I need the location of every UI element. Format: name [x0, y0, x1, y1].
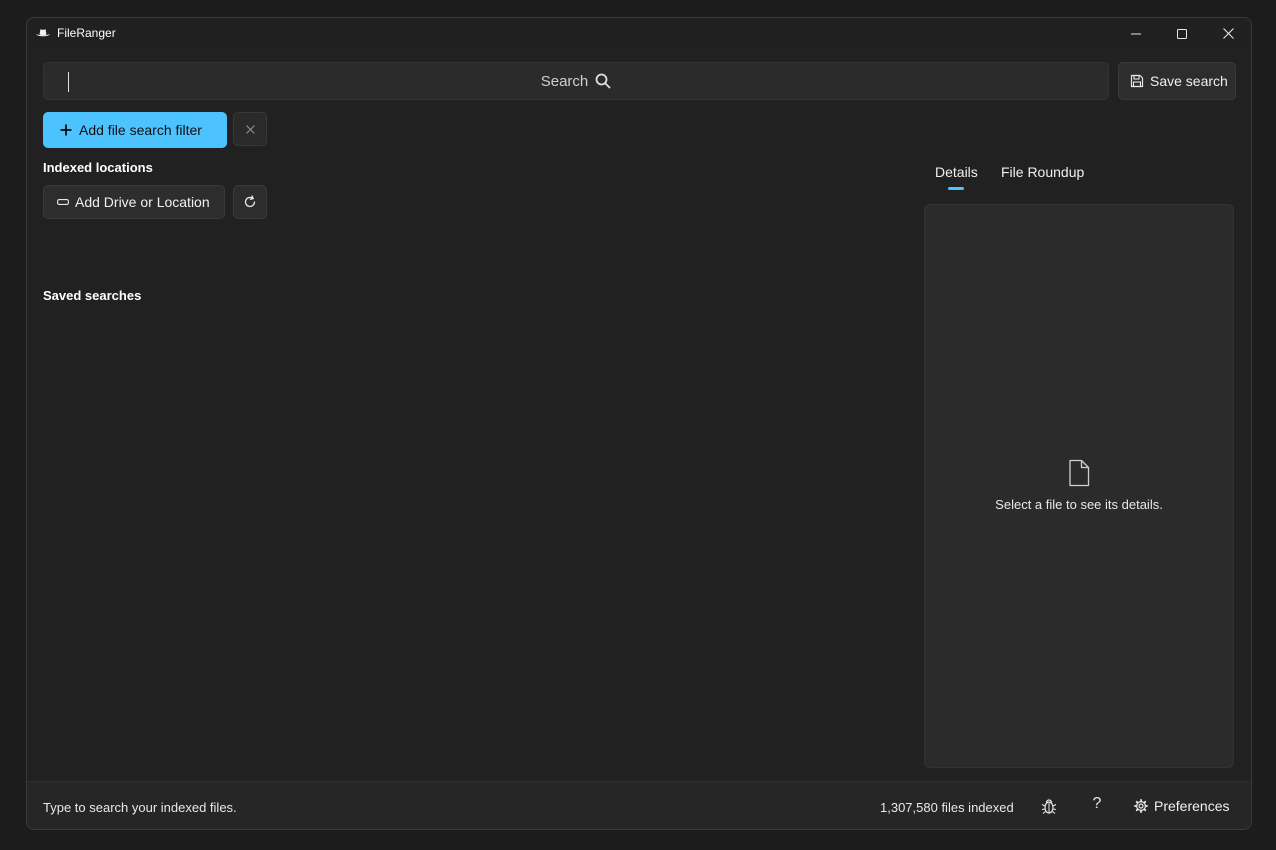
- maximize-button[interactable]: [1159, 18, 1205, 49]
- minimize-icon: [1131, 33, 1141, 34]
- report-bug-button[interactable]: [1039, 796, 1059, 816]
- title-bar[interactable]: FileRanger: [27, 18, 1251, 49]
- search-placeholder-text: Search: [540, 72, 589, 90]
- plus-icon: [60, 124, 72, 136]
- add-filter-label: Add file search filter: [79, 122, 202, 138]
- saved-searches-heading: Saved searches: [43, 288, 142, 303]
- empty-details-message: Select a file to see its details.: [995, 497, 1163, 512]
- help-button[interactable]: ?: [1087, 795, 1107, 817]
- file-icon: [1069, 459, 1090, 487]
- floppy-disk-icon: [1130, 74, 1144, 88]
- save-search-button[interactable]: Save search: [1118, 62, 1236, 100]
- search-icon: [595, 73, 611, 89]
- app-title: FileRanger: [57, 26, 116, 40]
- refresh-icon: [244, 195, 256, 208]
- tab-details[interactable]: Details: [935, 164, 978, 180]
- add-file-search-filter-button[interactable]: Add file search filter: [43, 112, 227, 148]
- bug-icon: [1041, 799, 1057, 814]
- close-window-button[interactable]: [1205, 18, 1251, 49]
- app-window: FileRanger Search Save search Add file s…: [26, 17, 1252, 830]
- gear-icon: [1134, 799, 1148, 813]
- maximize-icon: [1177, 28, 1187, 39]
- cowboy-hat-icon: [36, 29, 50, 37]
- search-placeholder: Search: [44, 63, 1108, 99]
- add-drive-label: Add Drive or Location: [75, 194, 210, 210]
- close-icon: [1222, 28, 1234, 39]
- close-icon: [245, 124, 255, 134]
- save-search-label: Save search: [1150, 73, 1228, 89]
- search-input[interactable]: Search: [43, 62, 1109, 100]
- tab-file-roundup[interactable]: File Roundup: [1001, 164, 1084, 180]
- status-hint: Type to search your indexed files.: [43, 800, 237, 815]
- status-bar: Type to search your indexed files. 1,307…: [27, 781, 1251, 829]
- clear-filters-button[interactable]: [233, 112, 267, 146]
- minimize-button[interactable]: [1113, 18, 1159, 49]
- details-panel: Select a file to see its details.: [924, 204, 1234, 768]
- files-indexed-count: 1,307,580 files indexed: [880, 800, 1014, 815]
- active-tab-indicator: [948, 187, 964, 190]
- preferences-button[interactable]: Preferences: [1134, 795, 1229, 817]
- add-drive-or-location-button[interactable]: Add Drive or Location: [43, 185, 225, 219]
- drive-icon: [57, 199, 69, 205]
- indexed-locations-heading: Indexed locations: [43, 160, 153, 175]
- preferences-label: Preferences: [1154, 798, 1230, 814]
- refresh-index-button[interactable]: [233, 185, 267, 219]
